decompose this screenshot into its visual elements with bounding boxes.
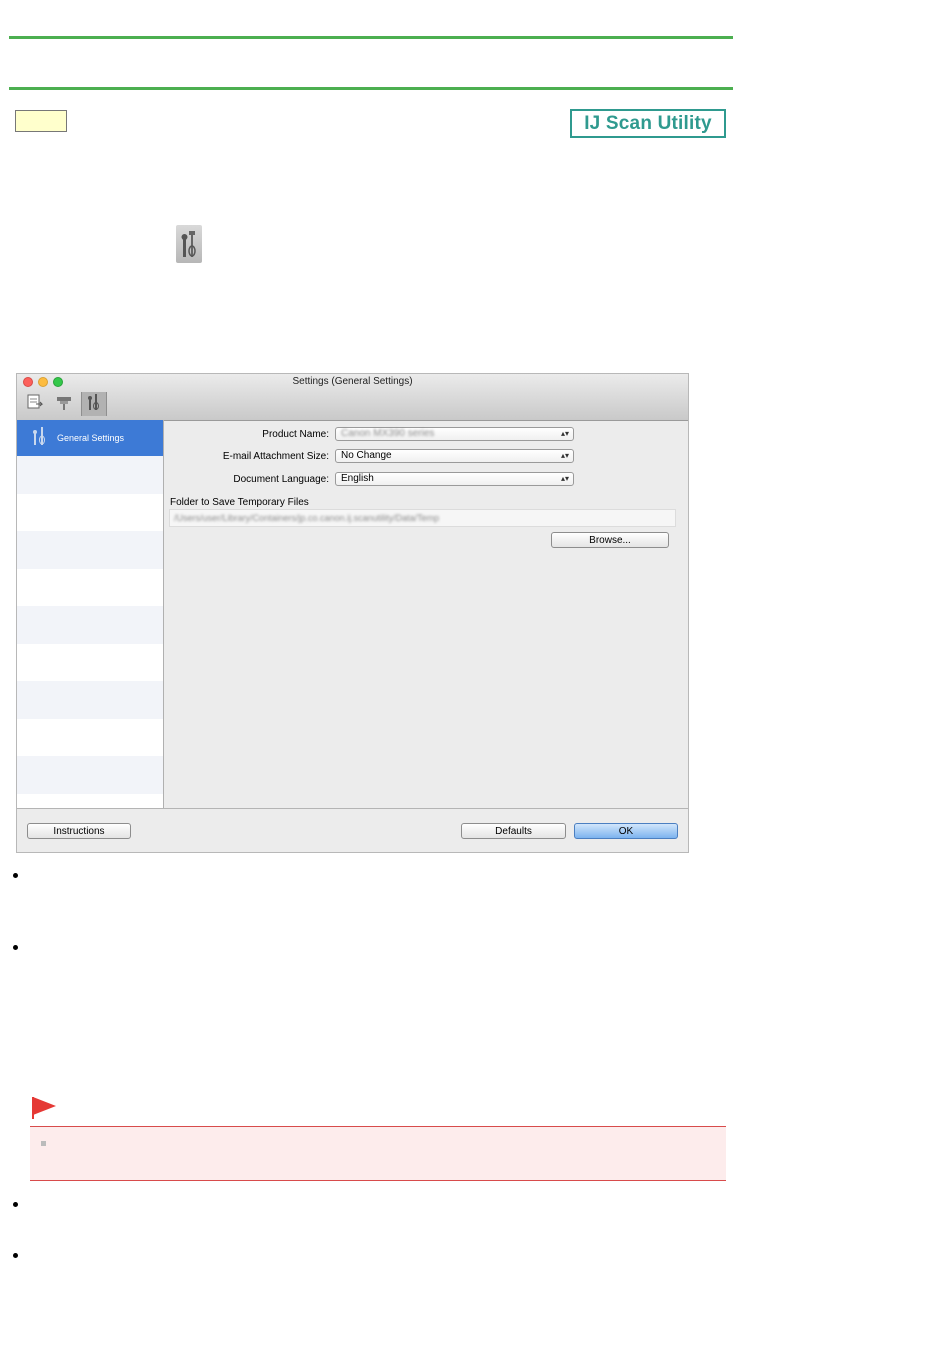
scan-to-computer-tab[interactable]: [23, 392, 47, 416]
important-note-box: [30, 1126, 726, 1181]
select-arrows-icon: ▴▾: [560, 474, 569, 483]
settings-sidebar: General Settings: [17, 420, 164, 808]
settings-window: Settings (General Settings) General Sett…: [16, 373, 689, 853]
bullet-marker: [13, 873, 18, 878]
sidebar-empty-row: [17, 494, 163, 532]
sidebar-empty-row: [17, 756, 163, 794]
sidebar-empty-row: [17, 606, 163, 644]
browse-button[interactable]: Browse...: [551, 532, 669, 548]
defaults-button[interactable]: Defaults: [461, 823, 566, 839]
window-titlebar: Settings (General Settings): [17, 374, 688, 421]
product-name-label: Product Name:: [262, 429, 329, 440]
note-bullet-marker: [41, 1141, 46, 1146]
document-language-label: Document Language:: [233, 474, 329, 485]
header-rule-top: [9, 36, 733, 39]
window-title: Settings (General Settings): [292, 376, 413, 387]
ij-scan-utility-badge[interactable]: IJ Scan Utility: [570, 109, 726, 138]
sidebar-empty-row: [17, 456, 163, 494]
email-attachment-size-select[interactable]: No Change ▴▾: [335, 449, 574, 463]
sidebar-empty-row: [17, 531, 163, 569]
sidebar-empty-row: [17, 681, 163, 719]
temp-folder-path-field: /Users/user/Library/Containers/jp.co.can…: [169, 509, 676, 527]
temp-folder-path: /Users/user/Library/Containers/jp.co.can…: [174, 513, 440, 523]
general-settings-icon: [85, 392, 103, 417]
sidebar-item-general-settings[interactable]: General Settings: [17, 420, 163, 456]
product-name-value: Canon MX390 series: [341, 428, 435, 439]
scan-to-computer-icon: [26, 393, 44, 416]
email-attachment-size-value: No Change: [341, 450, 392, 461]
sidebar-item-label: General Settings: [57, 433, 125, 443]
instructions-button[interactable]: Instructions: [27, 823, 131, 839]
document-language-select[interactable]: English ▴▾: [335, 472, 574, 486]
previous-page-button[interactable]: [15, 110, 67, 132]
scanner-icon: [55, 393, 73, 416]
sidebar-empty-row: [17, 644, 163, 682]
general-settings-tab[interactable]: [81, 392, 107, 416]
bullet-marker: [13, 945, 18, 950]
bullet-marker: [13, 1253, 18, 1258]
general-settings-icon: [176, 225, 202, 263]
general-settings-icon: [31, 425, 49, 452]
select-arrows-icon: ▴▾: [560, 451, 569, 460]
email-attachment-size-label: E-mail Attachment Size:: [222, 451, 329, 462]
header-rule-bottom: [9, 87, 733, 90]
sidebar-empty-row: [17, 719, 163, 757]
document-language-value: English: [341, 473, 374, 484]
dialog-bottom-bar: Instructions Defaults OK: [17, 808, 688, 852]
product-name-select[interactable]: Canon MX390 series ▴▾: [335, 427, 574, 441]
bullet-marker: [13, 1202, 18, 1207]
folder-section-label: Folder to Save Temporary Files: [170, 497, 309, 508]
scanner-settings-tab[interactable]: [52, 392, 76, 416]
ok-button[interactable]: OK: [574, 823, 678, 839]
select-arrows-icon: ▴▾: [560, 429, 569, 438]
important-flag-shape: [33, 1097, 56, 1115]
sidebar-empty-row: [17, 569, 163, 607]
